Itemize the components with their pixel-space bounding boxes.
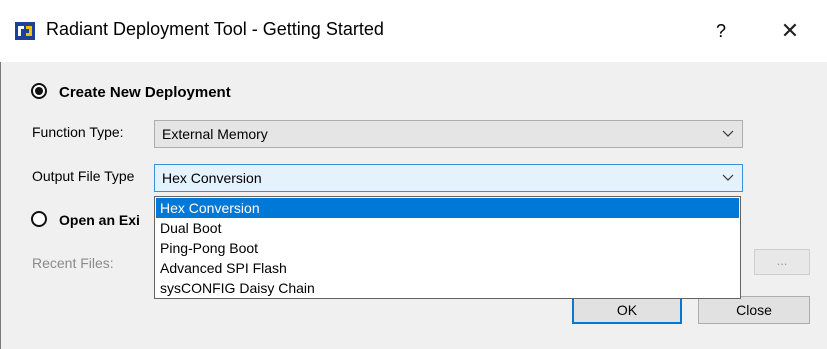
output-file-type-dropdown: Hex Conversion Dual Boot Ping-Pong Boot … (154, 196, 741, 299)
output-file-type-label: Output File Type (32, 168, 135, 184)
dropdown-option-advanced-spi-flash[interactable]: Advanced SPI Flash (156, 258, 739, 278)
dropdown-option-ping-pong-boot[interactable]: Ping-Pong Boot (156, 238, 739, 258)
dropdown-option-hex-conversion[interactable]: Hex Conversion (156, 198, 739, 218)
window-title: Radiant Deployment Tool - Getting Starte… (46, 19, 384, 39)
chevron-down-icon (722, 130, 734, 137)
help-button[interactable]: ? (706, 16, 736, 46)
function-type-label: Function Type: (32, 124, 124, 140)
output-file-type-select[interactable]: Hex Conversion (154, 164, 743, 192)
function-type-value: External Memory (162, 126, 268, 142)
output-file-type-value: Hex Conversion (162, 170, 262, 186)
ok-button[interactable]: OK (572, 296, 682, 324)
dialog-window: Radiant Deployment Tool - Getting Starte… (0, 0, 827, 349)
app-icon (15, 22, 35, 40)
close-button[interactable]: Close (698, 296, 810, 324)
window-close-button[interactable]: ✕ (770, 16, 810, 46)
recent-files-label: Recent Files: (32, 255, 114, 271)
dropdown-option-dual-boot[interactable]: Dual Boot (156, 218, 739, 238)
function-type-select[interactable]: External Memory (154, 120, 743, 148)
title-bar: Radiant Deployment Tool - Getting Starte… (0, 0, 827, 63)
create-new-radio[interactable] (31, 83, 47, 99)
dropdown-option-sysconfig-daisy-chain[interactable]: sysCONFIG Daisy Chain (156, 278, 739, 298)
create-new-label: Create New Deployment (59, 84, 231, 101)
chevron-down-icon (722, 174, 734, 181)
open-existing-label: Open an Exi (59, 212, 140, 228)
open-existing-radio[interactable] (31, 211, 47, 227)
browse-button[interactable]: ... (754, 249, 810, 275)
